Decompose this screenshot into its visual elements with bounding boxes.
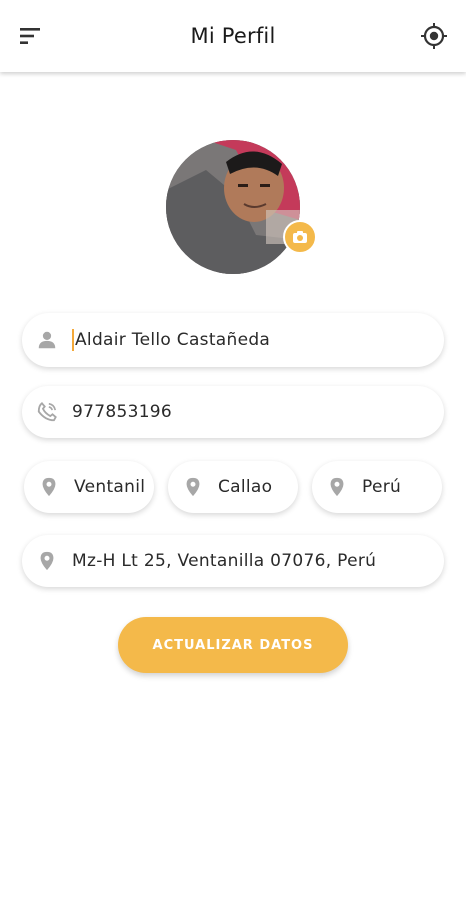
phone-icon — [37, 402, 57, 422]
name-field[interactable]: Aldair Tello Castañeda — [22, 313, 444, 367]
location-pin-icon — [40, 551, 54, 571]
country-value: Perú — [362, 477, 402, 497]
address-field[interactable]: Mz-H Lt 25, Ventanilla 07076, Perú — [22, 535, 444, 587]
phone-field[interactable]: 977853196 — [22, 386, 444, 438]
text-cursor — [72, 329, 74, 351]
change-photo-button[interactable] — [283, 220, 317, 254]
province-value: Callao — [218, 477, 273, 497]
country-field[interactable]: Perú — [312, 461, 442, 513]
district-field[interactable]: Ventanil — [24, 461, 154, 513]
avatar[interactable] — [166, 140, 300, 274]
camera-icon — [293, 231, 307, 243]
address-value: Mz-H Lt 25, Ventanilla 07076, Perú — [72, 551, 377, 571]
menu-icon[interactable] — [18, 24, 46, 48]
page-title: Mi Perfil — [190, 24, 276, 48]
phone-value: 977853196 — [72, 402, 173, 422]
profile-avatar-container — [166, 140, 317, 274]
location-pin-icon — [330, 477, 344, 497]
app-bar: Mi Perfil — [0, 0, 466, 72]
district-value: Ventanil — [74, 477, 146, 497]
location-pin-icon — [186, 477, 200, 497]
name-value: Aldair Tello Castañeda — [75, 330, 271, 350]
province-field[interactable]: Callao — [168, 461, 298, 513]
gps-location-icon[interactable] — [420, 22, 448, 50]
person-icon — [38, 331, 56, 349]
location-pin-icon — [42, 477, 56, 497]
update-data-button[interactable]: ACTUALIZAR DATOS — [118, 617, 348, 673]
